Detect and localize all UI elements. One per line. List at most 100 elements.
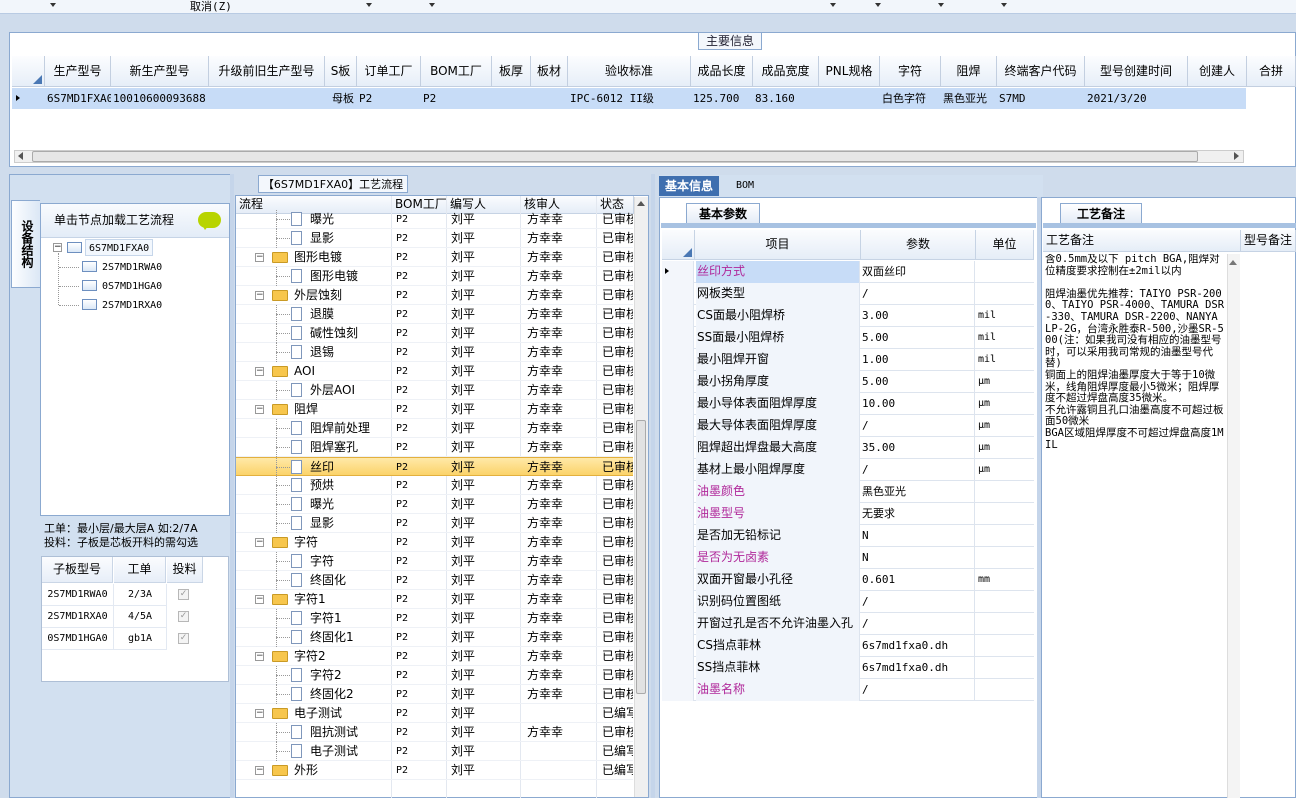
flow-row[interactable]: 阻抗测试 P2 刘平 方幸幸 已审核 (236, 723, 633, 742)
main-cell-1[interactable]: 10010600093688 (111, 88, 209, 109)
param-row[interactable]: 油墨颜色 黑色亚光 (662, 481, 1034, 503)
flow-row[interactable]: − 外形 P2 刘平 已编写 (236, 761, 633, 780)
main-cell-0[interactable]: 6S7MD1FXA0 (45, 88, 111, 109)
flow-row[interactable]: 字符 P2 刘平 方幸幸 已审核 (236, 552, 633, 571)
param-value[interactable]: / (861, 591, 975, 613)
main-cell-4[interactable]: P2 (357, 88, 421, 109)
param-row[interactable]: 最大导体表面阻焊厚度 / μm (662, 415, 1034, 437)
flow-row[interactable]: 外层AOI P2 刘平 方幸幸 已审核 (236, 381, 633, 400)
collapse-icon[interactable]: − (255, 766, 264, 775)
main-cell-2[interactable] (209, 88, 325, 109)
col-main-17[interactable]: 合拼 (1247, 56, 1296, 87)
main-cell-8[interactable]: IPC-6012 II级 (568, 88, 691, 109)
param-value[interactable]: / (861, 283, 975, 305)
param-value[interactable]: N (861, 547, 975, 569)
col-process-notes[interactable]: 工艺备注 (1043, 230, 1241, 252)
dropdown-arrow-icon[interactable] (875, 3, 881, 7)
param-row[interactable]: 是否加无铅标记 N (662, 525, 1034, 547)
param-value[interactable]: 5.00 (861, 371, 975, 393)
flow-scroll-thumb[interactable] (636, 420, 646, 694)
param-value[interactable]: 无要求 (861, 503, 975, 525)
main-cell-11[interactable] (819, 88, 880, 109)
notes-scrollbar[interactable] (1227, 254, 1240, 798)
col-main-2[interactable]: 升级前旧生产型号 (209, 56, 325, 87)
param-value[interactable]: 0.601 (861, 569, 975, 591)
col-main-8[interactable]: 验收标准 (568, 56, 691, 87)
collapse-icon[interactable]: − (255, 291, 264, 300)
flow-row[interactable]: 终固化1 P2 刘平 方幸幸 已审核 (236, 628, 633, 647)
info-grid-corner[interactable] (662, 230, 695, 260)
dropdown-arrow-icon[interactable] (50, 3, 56, 7)
collapse-icon[interactable]: − (255, 538, 264, 547)
col-main-12[interactable]: 字符 (880, 56, 941, 87)
flow-row[interactable]: − 外层蚀刻 P2 刘平 方幸幸 已审核 (236, 286, 633, 305)
param-value[interactable]: 5.00 (861, 327, 975, 349)
param-value[interactable]: 10.00 (861, 393, 975, 415)
flow-row[interactable]: − 字符1 P2 刘平 方幸幸 已审核 (236, 590, 633, 609)
param-value[interactable]: / (861, 459, 975, 481)
param-row[interactable]: 最小导体表面阻焊厚度 10.00 μm (662, 393, 1034, 415)
col-main-11[interactable]: PNL规格 (819, 56, 880, 87)
tab-bom[interactable]: BOM (730, 176, 760, 196)
flow-row[interactable]: 显影 P2 刘平 方幸幸 已审核 (236, 514, 633, 533)
flow-row[interactable]: 阻焊塞孔 P2 刘平 方幸幸 已审核 (236, 438, 633, 457)
col-main-1[interactable]: 新生产型号 (111, 56, 209, 87)
collapse-icon[interactable]: − (53, 243, 62, 252)
col-main-5[interactable]: BOM工厂 (421, 56, 492, 87)
collapse-icon[interactable]: − (255, 405, 264, 414)
flow-row[interactable]: − 电子测试 P2 刘平 已编写 (236, 704, 633, 723)
col-main-6[interactable]: 板厚 (492, 56, 531, 87)
flow-row[interactable]: 退膜 P2 刘平 方幸幸 已审核 (236, 305, 633, 324)
flow-row[interactable]: 阻焊前处理 P2 刘平 方幸幸 已审核 (236, 419, 633, 438)
subboard-model-cell[interactable]: 2S7MD1RXA0 (42, 606, 114, 628)
flow-row[interactable]: 电子测试 P2 刘平 已编写 (236, 742, 633, 761)
col-unit[interactable]: 单位 (976, 230, 1034, 260)
flow-row[interactable]: 字符1 P2 刘平 方幸幸 已审核 (236, 609, 633, 628)
flow-row[interactable]: 曝光 P2 刘平 方幸幸 已审核 (236, 210, 633, 229)
col-main-14[interactable]: 终端客户代码 (997, 56, 1085, 87)
param-row[interactable]: SS面最小阻焊桥 5.00 mil (662, 327, 1034, 349)
main-cell-7[interactable] (531, 88, 568, 109)
main-cell-17[interactable] (1247, 88, 1296, 109)
col-item[interactable]: 项目 (695, 230, 861, 260)
param-row[interactable]: 是否为无卤素 N (662, 547, 1034, 569)
flow-row[interactable]: 终固化 P2 刘平 方幸幸 已审核 (236, 571, 633, 590)
param-row[interactable]: CS面最小阻焊桥 3.00 mil (662, 305, 1034, 327)
flow-row[interactable]: 碱性蚀刻 P2 刘平 方幸幸 已审核 (236, 324, 633, 343)
scrollbar-thumb[interactable] (32, 151, 1198, 162)
col-subboard-model[interactable]: 子板型号 (42, 557, 113, 583)
subboard-model-cell[interactable]: 0S7MD1HGA0 (42, 628, 114, 650)
work-order-cell[interactable]: gb1A (114, 628, 167, 650)
flow-row[interactable]: − 字符 P2 刘平 方幸幸 已审核 (236, 533, 633, 552)
tab-equipment-structure[interactable]: 设备结构 (11, 200, 40, 288)
subboard-model-cell[interactable]: 2S7MD1RWA0 (42, 584, 114, 606)
param-value[interactable]: 3.00 (861, 305, 975, 327)
param-row[interactable]: 油墨型号 无要求 (662, 503, 1034, 525)
splitter-middle[interactable] (651, 174, 655, 798)
scroll-up-icon[interactable] (1229, 260, 1237, 265)
main-cell-9[interactable]: 125.700 (691, 88, 753, 109)
param-row[interactable]: 丝印方式 双面丝印 (662, 261, 1034, 283)
feed-checkbox[interactable]: ✓ (178, 633, 189, 644)
dropdown-arrow-icon[interactable] (938, 3, 944, 7)
scroll-up-icon[interactable] (637, 201, 645, 206)
col-param[interactable]: 参数 (861, 230, 976, 260)
param-value[interactable]: 1.00 (861, 349, 975, 371)
collapse-icon[interactable]: − (255, 367, 264, 376)
param-row[interactable]: 阻焊超出焊盘最大高度 35.00 μm (662, 437, 1034, 459)
dropdown-arrow-icon[interactable] (366, 3, 372, 7)
flow-row[interactable]: − AOI P2 刘平 方幸幸 已审核 (236, 362, 633, 381)
param-value[interactable]: 双面丝印 (861, 261, 975, 283)
main-cell-13[interactable]: 黑色亚光 (941, 88, 997, 109)
main-cell-5[interactable]: P2 (421, 88, 492, 109)
collapse-icon[interactable]: − (255, 709, 264, 718)
col-main-15[interactable]: 型号创建时间 (1085, 56, 1188, 87)
dropdown-arrow-icon[interactable] (1001, 3, 1007, 7)
param-row[interactable]: 油墨名称 / (662, 679, 1034, 701)
feed-checkbox[interactable]: ✓ (178, 611, 189, 622)
flow-row[interactable]: 曝光 P2 刘平 方幸幸 已审核 (236, 495, 633, 514)
flow-row[interactable]: 丝印 P2 刘平 方幸幸 已审核 (236, 457, 633, 477)
param-value[interactable]: 黑色亚光 (861, 481, 975, 503)
flow-row[interactable]: 预烘 P2 刘平 方幸幸 已审核 (236, 476, 633, 495)
scroll-right-icon[interactable] (1234, 152, 1239, 160)
